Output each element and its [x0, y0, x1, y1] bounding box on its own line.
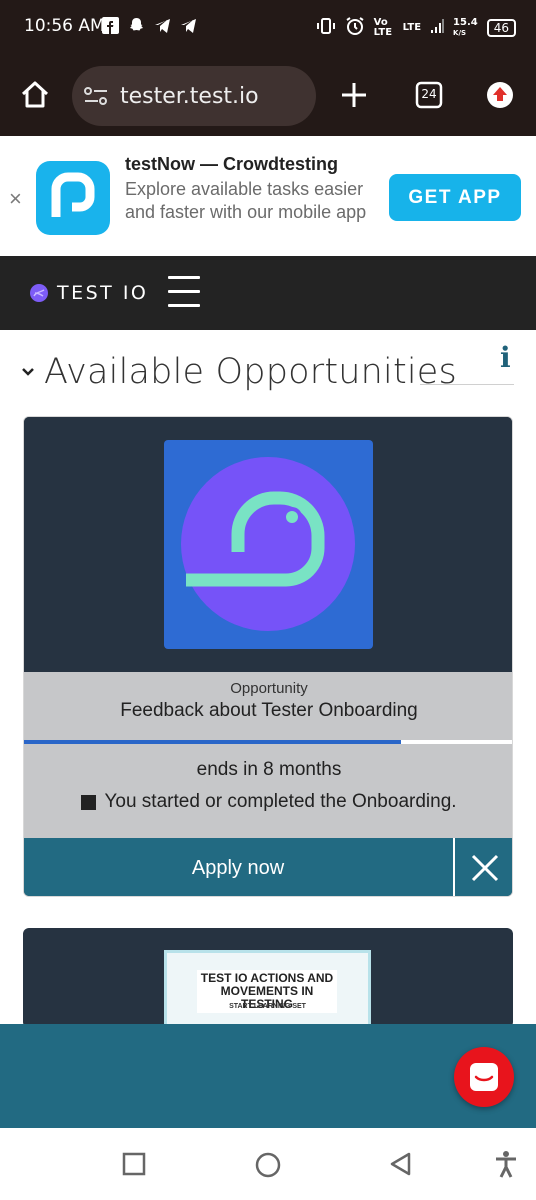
apply-now-button[interactable]: Apply now: [24, 838, 452, 896]
requirement-text: You started or completed the Onboarding.: [104, 791, 457, 812]
url-text[interactable]: tester.test.io: [120, 84, 259, 109]
address-bar[interactable]: tester.test.io: [72, 66, 316, 126]
info-icon[interactable]: i: [500, 341, 511, 374]
card-info: Opportunity Feedback about Tester Onboar…: [24, 672, 512, 742]
chat-icon[interactable]: [454, 1047, 514, 1107]
notification-icons: [102, 17, 197, 34]
chevron-down-icon[interactable]: [20, 364, 36, 380]
dismiss-icon[interactable]: [453, 838, 512, 896]
snapchat-icon: [128, 17, 145, 34]
menu-icon[interactable]: [168, 276, 200, 310]
site-logo-text[interactable]: TEST IO: [57, 282, 148, 304]
signal-icon: [430, 18, 445, 37]
tabs-icon[interactable]: 24: [415, 81, 443, 114]
requirement-checkbox-icon: [81, 794, 97, 810]
alarm-icon: [345, 16, 365, 39]
app-title: testNow — Crowdtesting: [125, 154, 339, 174]
site-settings-icon[interactable]: [84, 86, 108, 111]
divider: [420, 384, 514, 385]
app-install-banner: × testNow — Crowdtesting Explore availab…: [0, 138, 536, 256]
recents-icon[interactable]: [122, 1152, 146, 1181]
vibrate-icon: [316, 17, 336, 38]
net-speed: 15.4 K/S: [453, 16, 478, 37]
system-status-icons: Vo LTE LTE 15.4 K/S 46: [316, 16, 516, 39]
opportunity-card: Opportunity Feedback about Tester Onboar…: [23, 416, 513, 897]
telegram-icon: [154, 17, 171, 34]
card-image-area: [24, 417, 512, 672]
card-type: Opportunity: [230, 680, 308, 697]
section-heading[interactable]: Available Opportunities: [20, 352, 457, 392]
battery-icon: 46: [486, 18, 516, 37]
card-title[interactable]: Feedback about Tester Onboarding: [24, 700, 512, 722]
home-nav-icon[interactable]: [255, 1152, 281, 1183]
app-description: Explore available tasks easier and faste…: [125, 179, 367, 222]
ends-text: ends in 8 months: [196, 759, 342, 780]
logo-icon[interactable]: [30, 284, 48, 302]
opportunity-card: TEST IO ACTIONS AND MOVEMENTS IN TESTING…: [23, 928, 513, 1028]
telegram-icon: [180, 17, 197, 34]
plus-icon[interactable]: [341, 82, 367, 113]
download-icon[interactable]: [486, 81, 514, 114]
android-nav-bar: [0, 1128, 536, 1200]
back-icon[interactable]: [388, 1151, 412, 1182]
status-bar: 10:56 AM Vo LTE LTE 15.4 K/S 46: [0, 0, 536, 56]
home-icon[interactable]: [20, 80, 50, 115]
card-meta: ends in 8 months You started or complete…: [24, 744, 512, 838]
thumbnail-subtitle: START LEARNING SET: [229, 1003, 306, 1010]
close-icon[interactable]: ×: [9, 186, 22, 212]
opportunity-thumbnail[interactable]: [164, 440, 373, 649]
apply-row: Apply now: [24, 838, 512, 896]
requirement-row: You started or completed the Onboarding.: [24, 791, 512, 813]
tab-count: 24: [421, 87, 437, 101]
opportunity-thumbnail[interactable]: TEST IO ACTIONS AND MOVEMENTS IN TESTING…: [164, 950, 371, 1028]
browser-toolbar: tester.test.io 24: [0, 56, 536, 136]
network-label: Vo LTE: [373, 16, 393, 38]
site-header: TEST IO: [0, 256, 536, 330]
app-logo: [36, 161, 110, 235]
lte-label: LTE: [402, 22, 422, 33]
accessibility-icon[interactable]: [494, 1150, 518, 1183]
section-title: Available Opportunities: [44, 352, 457, 392]
status-time: 10:56 AM: [24, 16, 105, 36]
get-app-button[interactable]: GET APP: [389, 174, 521, 221]
facebook-icon: [102, 17, 119, 34]
